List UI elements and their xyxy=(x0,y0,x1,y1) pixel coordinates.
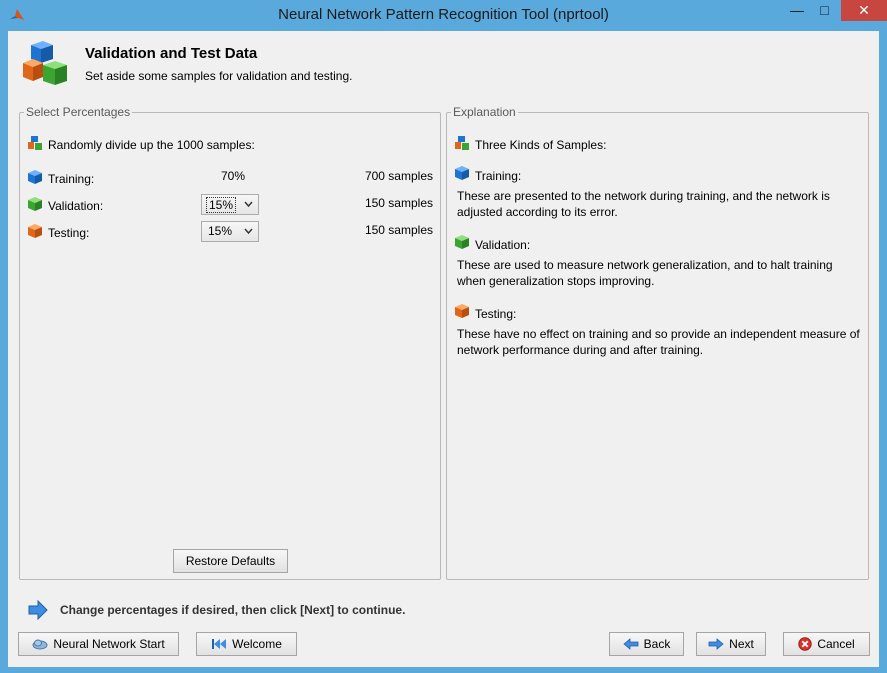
arrow-right-icon xyxy=(28,600,48,620)
training-samples: 700 samples xyxy=(364,169,433,183)
training-label: Training: xyxy=(48,172,95,186)
next-label: Next xyxy=(729,637,754,651)
validation-cube-icon xyxy=(455,235,469,249)
validation-cube-icon xyxy=(28,197,42,211)
back-button[interactable]: Back xyxy=(609,632,684,656)
multi-cube-icon xyxy=(28,136,42,150)
data-cubes-icon xyxy=(23,41,67,85)
validation-percent-select[interactable]: 15% xyxy=(201,194,259,215)
welcome-button[interactable]: Welcome xyxy=(196,632,297,656)
testing-samples: 150 samples xyxy=(364,223,433,237)
explanation-training-text: These are presented to the network durin… xyxy=(457,189,830,219)
minimize-button[interactable]: — xyxy=(783,0,811,21)
arrow-right-icon xyxy=(708,638,724,650)
samples-intro-label: Randomly divide up the 1000 samples: xyxy=(48,138,255,152)
testing-cube-icon xyxy=(28,224,42,238)
back-label: Back xyxy=(643,637,671,651)
explanation-testing-heading: Testing: xyxy=(475,307,517,321)
validation-label: Validation: xyxy=(48,199,104,213)
explanation-testing-text: These have no effect on training and so … xyxy=(457,327,860,357)
explanation-training-heading: Training: xyxy=(475,169,522,183)
neural-network-start-button[interactable]: Neural Network Start xyxy=(18,632,179,656)
arrow-left-icon xyxy=(623,638,639,650)
explanation-validation-heading: Validation: xyxy=(475,238,531,252)
chevron-down-icon xyxy=(244,201,253,208)
testing-percent-select[interactable]: 15% xyxy=(201,221,259,242)
panel-legend-select-percentages: Select Percentages xyxy=(24,105,133,119)
validation-samples: 150 samples xyxy=(364,196,433,210)
app-window: Neural Network Pattern Recognition Tool … xyxy=(0,0,887,673)
testing-percent-value: 15% xyxy=(208,224,233,238)
client-area: Validation and Test Data Set aside some … xyxy=(8,31,879,667)
neural-network-start-label: Neural Network Start xyxy=(53,637,165,651)
multi-cube-icon xyxy=(455,136,469,150)
cancel-label: Cancel xyxy=(817,637,855,651)
cancel-icon xyxy=(798,637,813,651)
rewind-icon xyxy=(212,639,227,649)
next-button[interactable]: Next xyxy=(696,632,766,656)
select-percentages-panel: Select Percentages Randomly divide up th… xyxy=(19,105,441,580)
welcome-label: Welcome xyxy=(232,637,282,651)
training-cube-icon xyxy=(28,170,42,184)
instruction-hint: Change percentages if desired, then clic… xyxy=(60,603,406,617)
chevron-down-icon xyxy=(244,228,253,235)
testing-label: Testing: xyxy=(48,226,90,240)
title-bar[interactable]: Neural Network Pattern Recognition Tool … xyxy=(0,0,887,31)
training-percent: 70% xyxy=(221,169,246,183)
page-title: Validation and Test Data xyxy=(85,45,258,62)
panel-legend-explanation: Explanation xyxy=(451,105,518,119)
explanation-intro: Three Kinds of Samples: xyxy=(475,138,607,152)
testing-cube-icon xyxy=(455,304,469,318)
explanation-validation-text: These are used to measure network genera… xyxy=(457,258,833,288)
cloud-icon xyxy=(32,639,48,650)
explanation-panel: Explanation Three Kinds of Samples: Trai… xyxy=(446,105,869,580)
cancel-button[interactable]: Cancel xyxy=(783,632,870,656)
close-window-button[interactable]: ✕ xyxy=(841,0,887,21)
maximize-button[interactable]: □ xyxy=(811,0,838,21)
window-title: Neural Network Pattern Recognition Tool … xyxy=(278,6,609,23)
page-header: Validation and Test Data Set aside some … xyxy=(8,31,879,91)
validation-percent-value: 15% xyxy=(206,197,237,213)
page-subtitle: Set aside some samples for validation an… xyxy=(85,69,353,83)
restore-defaults-button[interactable]: Restore Defaults xyxy=(173,549,288,573)
training-cube-icon xyxy=(455,166,469,180)
